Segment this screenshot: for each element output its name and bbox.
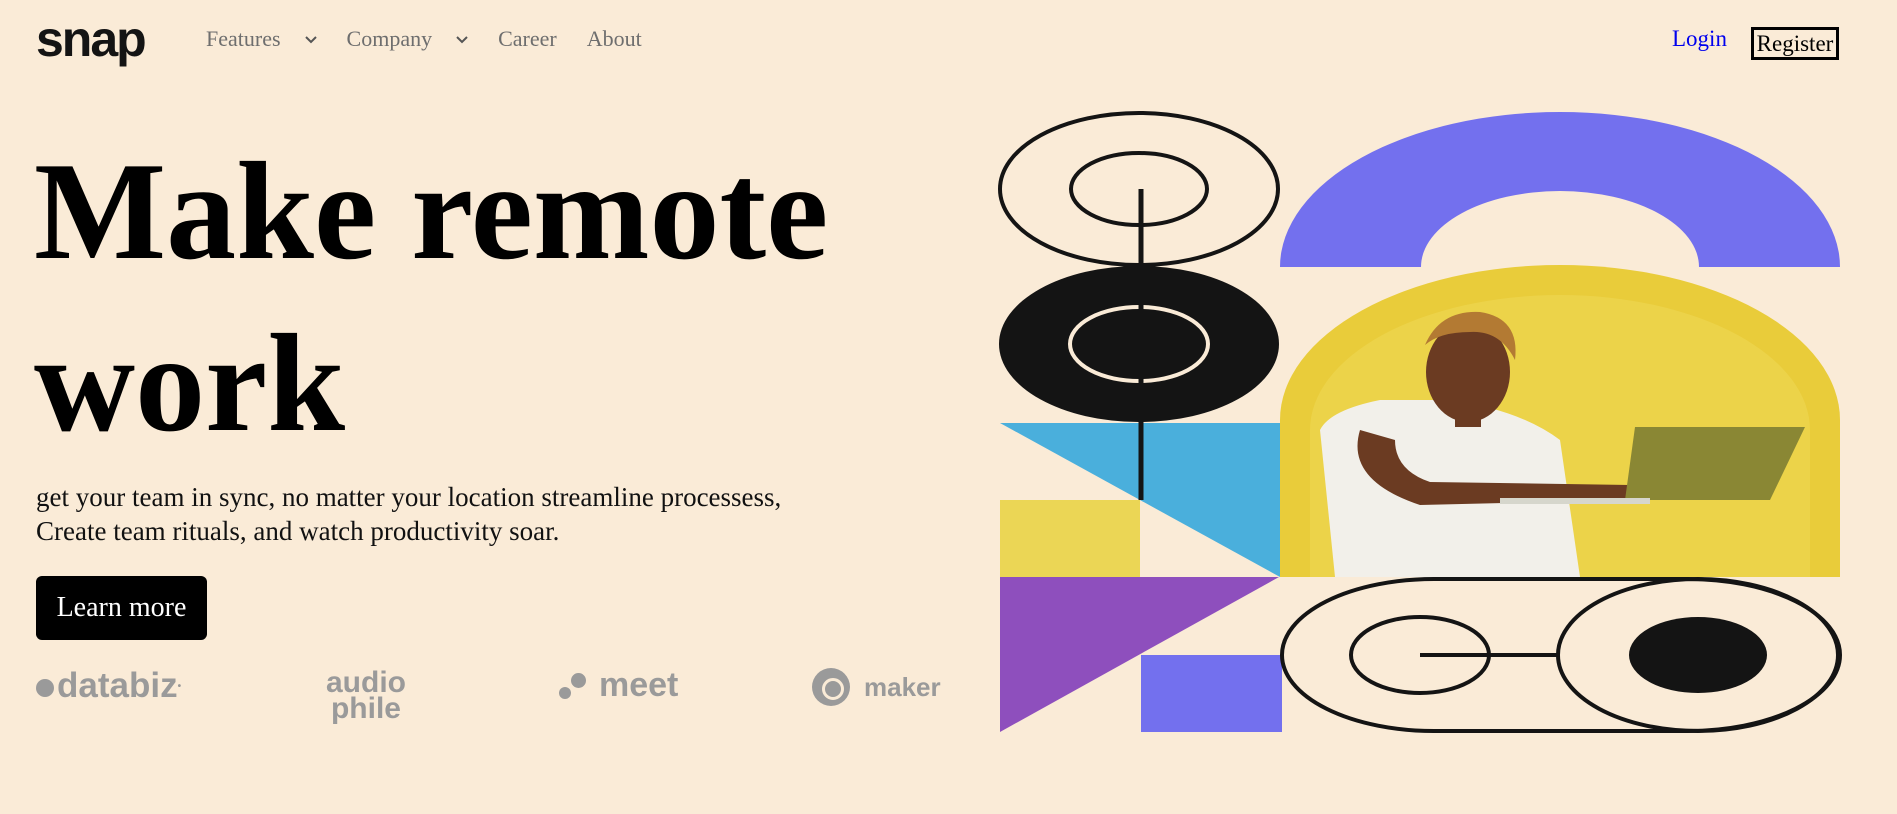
purple-arch-shape: [1280, 112, 1840, 267]
blue-triangle-right: [1140, 423, 1280, 577]
purple-square-shape: [1141, 655, 1282, 732]
yellow-square-shape: [1000, 500, 1140, 577]
hero-photo: [1280, 265, 1840, 577]
hero-illustration: [998, 111, 1842, 733]
blue-triangle-left: [1000, 423, 1140, 500]
bottom-pill-shape: [1280, 577, 1842, 733]
